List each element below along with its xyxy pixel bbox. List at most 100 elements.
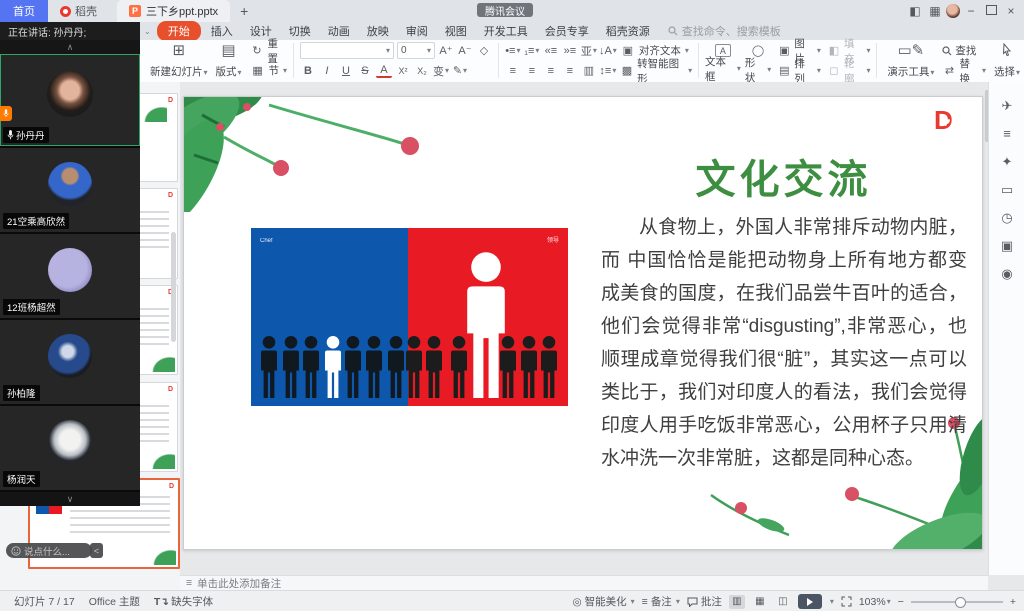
command-search[interactable]: 查找命令、搜索模板 [668, 23, 781, 39]
ribbon-tab-view[interactable]: 视图 [439, 23, 473, 39]
comparison-pictogram-image[interactable]: Chef 领导 [251, 228, 568, 406]
bold-button[interactable]: B [300, 63, 316, 78]
chat-collapse-button[interactable]: < [90, 543, 103, 558]
tab-home[interactable]: 首页 [0, 0, 48, 22]
participant-tile[interactable]: 12班杨超然 [0, 234, 140, 320]
align-left-icon[interactable]: ≡ [505, 63, 521, 78]
subscript-button[interactable]: X₂ [414, 63, 430, 78]
ribbon-tab-member[interactable]: 会员专享 [539, 23, 595, 39]
section-button[interactable]: ▦节▾ [250, 62, 288, 79]
collapse-up-icon[interactable]: ∧ [0, 40, 140, 54]
mic-status-badge[interactable] [0, 106, 12, 121]
properties-icon[interactable]: ≡ [999, 126, 1015, 142]
window-grid-icon[interactable]: ▦ [926, 4, 944, 18]
tab-docer[interactable]: 稻壳 [48, 0, 109, 22]
ribbon-tab-home[interactable]: 开始 [157, 21, 201, 41]
minimize-button[interactable]: − [962, 4, 980, 18]
export-image-icon[interactable]: ▣ [999, 238, 1015, 254]
ribbon-tab-docer-resources[interactable]: 稻壳资源 [600, 23, 656, 39]
zoom-slider-knob[interactable] [955, 597, 966, 608]
replace-button[interactable]: ⇄替换▾ [942, 62, 986, 79]
zoom-out-button[interactable]: − [898, 596, 904, 608]
increase-indent-icon[interactable]: »≡ [562, 43, 578, 58]
slideshow-play-button[interactable] [798, 594, 822, 609]
text-direction-icon[interactable]: ↓A▾ [600, 43, 616, 58]
play-options-caret[interactable]: ▾ [830, 597, 834, 606]
clear-format-icon[interactable]: ◇ [476, 43, 492, 58]
superscript-button[interactable]: X² [395, 63, 411, 78]
numbered-list-icon[interactable]: ₁≡▾ [524, 43, 540, 58]
user-avatar[interactable] [946, 4, 960, 18]
slide-sorter-view-button[interactable]: ▦ [752, 595, 768, 609]
font-name-select[interactable]: ▾ [300, 42, 394, 59]
char-align-icon[interactable]: 亚▾ [581, 43, 597, 58]
zoom-in-button[interactable]: + [1010, 596, 1016, 608]
increase-font-icon[interactable]: A⁺ [438, 43, 454, 58]
maximize-button[interactable] [982, 4, 1000, 18]
highlight-icon[interactable]: ✎▾ [452, 63, 468, 78]
ribbon-tab-animation[interactable]: 动画 [322, 23, 356, 39]
bullet-list-icon[interactable]: •≡▾ [505, 43, 521, 58]
strikethrough-button[interactable]: S [357, 63, 373, 78]
theme-name[interactable]: Office 主题 [89, 594, 140, 609]
quick-access-caret-icon[interactable]: ⌄ [144, 27, 151, 36]
ribbon-tab-transition[interactable]: 切换 [283, 23, 317, 39]
participant-tile[interactable]: 杨润天 [0, 406, 140, 492]
ribbon-tab-devtools[interactable]: 开发工具 [478, 23, 534, 39]
collapse-down-icon[interactable]: ∨ [0, 492, 140, 506]
present-tools-button[interactable]: ▭✎ 演示工具▾ [883, 40, 938, 81]
tencent-meeting-pill[interactable]: 腾讯会议 [477, 3, 533, 17]
participant-tile[interactable]: 孙丹丹 [0, 54, 140, 148]
justify-icon[interactable]: ≡ [562, 63, 578, 78]
ribbon-tab-slideshow[interactable]: 放映 [361, 23, 395, 39]
to-smartart-button[interactable]: ▩转智能图形▾ [620, 62, 692, 79]
line-spacing-icon[interactable]: ↕≡▾ [600, 63, 616, 78]
zoom-slider[interactable] [911, 601, 1003, 603]
new-slide-button[interactable]: ⊞ 新建幻灯片▾ [146, 40, 212, 81]
comments-button[interactable]: 批注 [687, 594, 722, 609]
timer-icon[interactable]: ◷ [999, 210, 1015, 226]
font-color-button[interactable]: A [376, 63, 392, 78]
slide-canvas[interactable]: D 文化交流 从食物上，外国人非常排斥动物内脏，而 中国恰恰是能把动物身上所有地… [183, 96, 983, 550]
text-box-button[interactable]: 文本框▾ [705, 60, 741, 77]
arrange-button[interactable]: ▤排列▾ [777, 62, 821, 79]
smart-beautify-button[interactable]: ◎智能美化▾ [572, 594, 634, 609]
outline-button[interactable]: ◻轮廓▾ [827, 62, 871, 79]
notes-toggle-button[interactable]: ≡备注▾ [642, 594, 680, 609]
effects-icon[interactable]: ✦ [999, 154, 1015, 170]
ribbon-tab-review[interactable]: 审阅 [400, 23, 434, 39]
decrease-indent-icon[interactable]: «≡ [543, 43, 559, 58]
decrease-font-icon[interactable]: A⁻ [457, 43, 473, 58]
participant-tile[interactable]: 21空乘高欣然 [0, 148, 140, 234]
layout-pane-icon[interactable]: ▭ [999, 182, 1015, 198]
close-button[interactable]: × [1002, 4, 1020, 18]
seal-icon[interactable]: ◉ [999, 266, 1015, 282]
ribbon-tab-insert[interactable]: 插入 [205, 23, 239, 39]
chat-input[interactable]: 说点什么... [6, 543, 92, 558]
columns-icon[interactable]: ▥ [581, 63, 597, 78]
select-button[interactable]: 选择▾ [990, 40, 1024, 81]
thumbnail-scrollbar[interactable] [171, 232, 176, 342]
reading-view-button[interactable]: ◫ [775, 595, 791, 609]
fit-window-icon[interactable] [841, 596, 852, 607]
font-size-select[interactable]: 0▾ [397, 42, 435, 59]
notes-bar[interactable]: ≡ 单击此处添加备注 [180, 575, 988, 590]
slide-body-text[interactable]: 从食物上，外国人非常排斥动物内脏，而 中国恰恰是能把动物身上所有地方都变成美食的… [601, 211, 967, 475]
assistant-icon[interactable]: ✈ [999, 98, 1015, 114]
normal-view-button[interactable]: ▥ [729, 595, 745, 609]
shapes-button[interactable]: 形状▾ [745, 61, 771, 78]
layout-button[interactable]: ▤ 版式▾ [212, 40, 246, 81]
align-center-icon[interactable]: ≡ [524, 63, 540, 78]
participant-tile[interactable]: 孙柏隆 [0, 320, 140, 406]
zoom-level-button[interactable]: 103%▾ [859, 596, 891, 608]
single-window-icon[interactable]: ◧ [906, 4, 924, 18]
missing-font-button[interactable]: T↴ 缺失字体 [154, 594, 213, 609]
reset-button[interactable]: ↻重置 [250, 42, 288, 59]
text-effect-icon[interactable]: 变▾ [433, 63, 449, 78]
align-right-icon[interactable]: ≡ [543, 63, 559, 78]
tab-document[interactable]: P 三下乡ppt.pptx [117, 0, 230, 22]
italic-button[interactable]: I [319, 63, 335, 78]
slide-title[interactable]: 文化交流 [601, 147, 966, 205]
new-tab-button[interactable]: + [230, 3, 258, 19]
underline-button[interactable]: U [338, 63, 354, 78]
